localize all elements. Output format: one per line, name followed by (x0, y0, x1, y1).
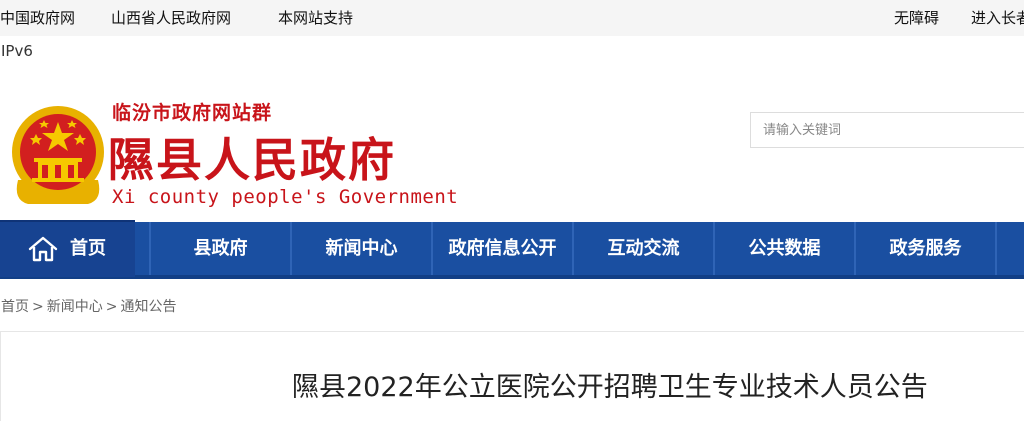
site-title[interactable]: 隰县人民政府 (108, 124, 396, 190)
nav-item-news[interactable]: 新闻中心 (292, 222, 431, 275)
nav-item-home[interactable]: 首页 (0, 220, 135, 277)
link-site-support[interactable]: 本网站支持 (278, 7, 353, 28)
accessibility-link[interactable]: 无障碍 (894, 7, 939, 28)
search-input[interactable] (750, 112, 1024, 148)
link-shanxi-gov[interactable]: 山西省人民政府网 (111, 7, 231, 28)
breadcrumb-separator: > (105, 299, 118, 315)
breadcrumb-home[interactable]: 首页 (1, 299, 29, 315)
nav-item-interaction[interactable]: 互动交流 (574, 222, 713, 275)
top-utility-bar: 中国政府网 山西省人民政府网 本网站支持 无障碍 进入长者 (0, 0, 1024, 36)
nav-item-gov-info[interactable]: 政府信息公开 (433, 222, 572, 275)
nav-home-label: 首页 (70, 238, 106, 259)
breadcrumb-news[interactable]: 新闻中心 (47, 299, 103, 315)
breadcrumb: 首页 > 新闻中心 > 通知公告 (1, 296, 176, 316)
breadcrumb-notices[interactable]: 通知公告 (120, 299, 176, 315)
site-subtitle: Xi county people's Government (112, 186, 459, 208)
article-title: 隰县2022年公立医院公开招聘卫生专业技术人员公告 (292, 372, 928, 403)
nav-item-public-data[interactable]: 公共数据 (715, 222, 854, 275)
nav-item-services[interactable]: 政务服务 (856, 222, 995, 275)
nav-item-county-gov[interactable]: 县政府 (151, 222, 290, 275)
breadcrumb-separator: > (32, 299, 44, 315)
elder-mode-link[interactable]: 进入长者 (971, 7, 1024, 28)
home-icon (28, 236, 58, 262)
link-china-gov[interactable]: 中国政府网 (0, 7, 75, 28)
national-emblem-icon (12, 106, 104, 204)
main-nav: 首页 县政府 新闻中心 政府信息公开 互动交流 公共数据 政务服务 (0, 220, 1024, 279)
ipv6-badge: IPv6 (1, 42, 33, 60)
site-group-label: 临汾市政府网站群 (112, 102, 273, 124)
nav-divider (995, 222, 997, 275)
